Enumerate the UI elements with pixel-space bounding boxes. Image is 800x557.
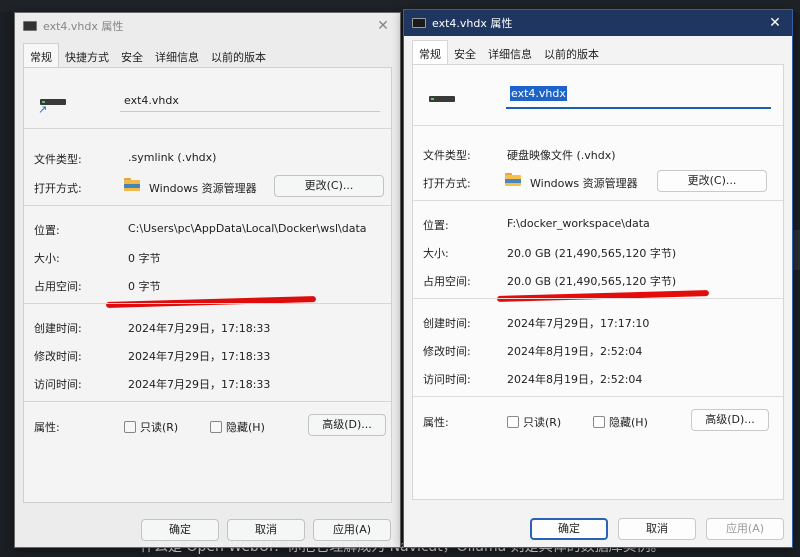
open-with-value: Windows 资源管理器: [530, 177, 638, 190]
shortcut-drive-icon: ↗: [38, 95, 66, 116]
divider: [24, 401, 391, 402]
tab-bar: 常规 安全 详细信息 以前的版本: [404, 40, 792, 64]
checkbox-box[interactable]: [210, 421, 222, 433]
location-value: C:\Users\pc\AppData\Local\Docker\wsl\dat…: [128, 222, 367, 235]
hidden-label: 隐藏(H): [226, 421, 265, 434]
advanced-button[interactable]: 高级(D)...: [308, 414, 386, 436]
apply-button[interactable]: 应用(A): [706, 518, 784, 540]
folder-icon: [505, 173, 521, 186]
file-type-value: .symlink (.vhdx): [128, 151, 217, 164]
open-with-label: 打开方式:: [423, 177, 471, 190]
size-label: 大小:: [423, 247, 449, 260]
tab-details[interactable]: 详细信息: [482, 40, 538, 64]
title-bar[interactable]: ext4.vhdx 属性 ✕: [15, 13, 400, 39]
divider: [413, 298, 783, 299]
drive-icon: [412, 18, 426, 28]
attributes-label: 属性:: [423, 416, 449, 429]
properties-window-vhdx[interactable]: ext4.vhdx 属性 ✕ 常规 安全 详细信息 以前的版本 ext4.vhd…: [403, 9, 793, 548]
readonly-checkbox[interactable]: 只读(R): [507, 414, 561, 430]
tab-general[interactable]: 常规: [412, 40, 448, 64]
location-value: F:\docker_workspace\data: [507, 217, 650, 230]
modified-label: 修改时间:: [34, 350, 82, 363]
drive-icon: [23, 21, 37, 31]
checkbox-box[interactable]: [593, 416, 605, 428]
general-panel: ext4.vhdx 文件类型: 硬盘映像文件 (.vhdx) 打开方式: Win…: [412, 64, 784, 500]
divider: [24, 205, 391, 206]
divider: [413, 200, 783, 201]
accessed-value: 2024年8月19日，2:52:04: [507, 373, 643, 386]
file-type-value: 硬盘映像文件 (.vhdx): [507, 149, 616, 162]
close-button[interactable]: ✕: [374, 17, 392, 35]
change-button[interactable]: 更改(C)...: [657, 170, 767, 192]
tab-previous-versions[interactable]: 以前的版本: [538, 40, 605, 64]
size-label: 大小:: [34, 252, 60, 265]
created-value: 2024年7月29日，17:17:10: [507, 317, 650, 330]
divider: [24, 303, 391, 304]
red-annotation-stroke: [496, 290, 710, 302]
cancel-button[interactable]: 取消: [618, 518, 696, 540]
window-title: ext4.vhdx 属性: [43, 20, 124, 33]
size-value: 0 字节: [128, 252, 161, 265]
file-type-label: 文件类型:: [423, 149, 471, 162]
properties-window-symlink[interactable]: ext4.vhdx 属性 ✕ 常规 快捷方式 安全 详细信息 以前的版本 ↗ 文…: [14, 12, 401, 548]
size-on-disk-label: 占用空间:: [34, 280, 82, 293]
advanced-button[interactable]: 高级(D)...: [691, 409, 769, 431]
title-bar[interactable]: ext4.vhdx 属性 ✕: [404, 10, 792, 36]
file-name-input[interactable]: [120, 90, 380, 112]
location-label: 位置:: [34, 224, 60, 237]
apply-button[interactable]: 应用(A): [313, 519, 391, 541]
file-name-input[interactable]: ext4.vhdx: [506, 86, 771, 109]
created-label: 创建时间:: [34, 322, 82, 335]
drive-icon: [429, 92, 455, 106]
size-value: 20.0 GB (21,490,565,120 字节): [507, 247, 677, 260]
tab-security[interactable]: 安全: [448, 40, 482, 64]
readonly-checkbox[interactable]: 只读(R): [124, 419, 178, 435]
accessed-label: 访问时间:: [34, 378, 82, 391]
folder-icon: [124, 178, 140, 191]
tab-previous-versions[interactable]: 以前的版本: [205, 43, 272, 67]
tab-details[interactable]: 详细信息: [149, 43, 205, 67]
modified-value: 2024年8月19日，2:52:04: [507, 345, 643, 358]
selected-file-name[interactable]: ext4.vhdx: [510, 86, 567, 101]
size-on-disk-label: 占用空间:: [423, 275, 471, 288]
location-label: 位置:: [423, 219, 449, 232]
modified-label: 修改时间:: [423, 345, 471, 358]
hidden-label: 隐藏(H): [609, 416, 648, 429]
change-button[interactable]: 更改(C)...: [274, 175, 384, 197]
size-on-disk-value: 20.0 GB (21,490,565,120 字节): [507, 275, 677, 288]
open-with-value: Windows 资源管理器: [149, 182, 257, 195]
window-title: ext4.vhdx 属性: [432, 17, 513, 30]
readonly-label: 只读(R): [523, 416, 562, 429]
tab-general[interactable]: 常规: [23, 43, 59, 67]
hidden-checkbox[interactable]: 隐藏(H): [593, 414, 648, 430]
accessed-label: 访问时间:: [423, 373, 471, 386]
size-on-disk-value: 0 字节: [128, 280, 161, 293]
divider: [413, 125, 783, 126]
open-with-label: 打开方式:: [34, 182, 82, 195]
file-type-label: 文件类型:: [34, 153, 82, 166]
modified-value: 2024年7月29日，17:18:33: [128, 350, 271, 363]
created-value: 2024年7月29日，17:18:33: [128, 322, 271, 335]
accessed-value: 2024年7月29日，17:18:33: [128, 378, 271, 391]
hidden-checkbox[interactable]: 隐藏(H): [210, 419, 265, 435]
readonly-label: 只读(R): [140, 421, 179, 434]
tab-shortcut[interactable]: 快捷方式: [59, 43, 115, 67]
tab-security[interactable]: 安全: [115, 43, 149, 67]
divider: [413, 396, 783, 397]
ok-button[interactable]: 确定: [530, 518, 608, 540]
attributes-label: 属性:: [34, 421, 60, 434]
close-button[interactable]: ✕: [766, 14, 784, 32]
red-annotation-stroke: [105, 296, 317, 308]
ok-button[interactable]: 确定: [141, 519, 219, 541]
general-panel: ↗ 文件类型: .symlink (.vhdx) 打开方式: Windows 资…: [23, 67, 392, 503]
checkbox-box[interactable]: [124, 421, 136, 433]
cancel-button[interactable]: 取消: [227, 519, 305, 541]
created-label: 创建时间:: [423, 317, 471, 330]
divider: [24, 128, 391, 129]
checkbox-box[interactable]: [507, 416, 519, 428]
tab-bar: 常规 快捷方式 安全 详细信息 以前的版本: [15, 43, 400, 67]
